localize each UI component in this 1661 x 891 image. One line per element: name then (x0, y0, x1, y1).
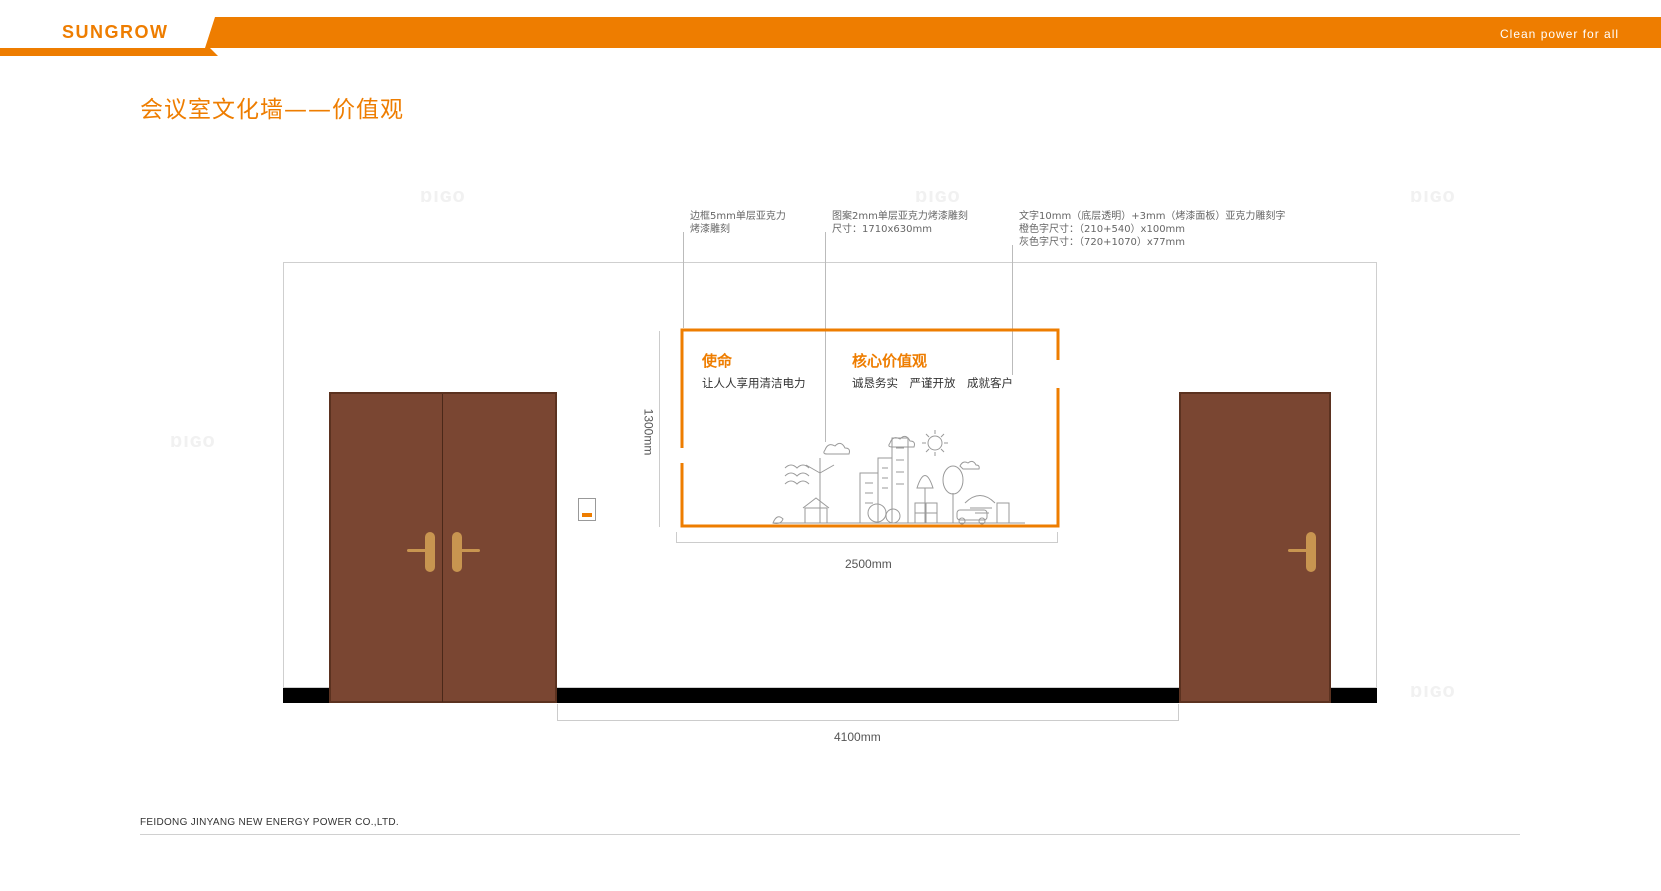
note-line: 烤漆雕刻 (690, 224, 730, 235)
panel-height-label: 1300mm (641, 408, 656, 456)
page-title: 会议室文化墙——价值观 (140, 97, 404, 123)
frame-spec-note: 边框5mm单层亚克力 烤漆雕刻 (690, 210, 786, 236)
dimension-tick (1178, 704, 1179, 721)
dimension-tick (676, 532, 677, 543)
text-spec-note: 文字10mm（底层透明）+3mm（烤漆面板）亚克力雕刻字 橙色字尺寸：（210+… (1019, 210, 1285, 249)
leader-line (683, 232, 684, 328)
culture-wall-panel: 使命 让人人享用清洁电力 核心价值观 诚恳务实 严谨开放 成就客户 (680, 328, 1060, 528)
note-line: 图案2mm单层亚克力烤漆雕刻 (832, 211, 968, 222)
tagline: Clean power for all (1500, 27, 1620, 41)
footer-company: FEIDONG JINYANG NEW ENERGY POWER CO.,LTD… (140, 817, 399, 828)
door-handle-icon (1306, 532, 1316, 572)
note-line: 文字10mm（底层透明）+3mm（烤漆面板）亚克力雕刻字 (1019, 211, 1286, 222)
watermark: ɒıɢo (1410, 680, 1456, 702)
city-skyline-illustration (772, 430, 1025, 525)
mission-text: 让人人享用清洁电力 (702, 376, 806, 390)
panel-width-label: 2500mm (845, 557, 892, 571)
dimension-line (676, 542, 1058, 543)
dimension-line (557, 720, 1179, 721)
light-switch-icon (578, 498, 596, 521)
dimension-line-vertical (659, 331, 660, 527)
door-handle-icon (425, 532, 435, 572)
door-handle-icon (452, 532, 462, 572)
double-door (329, 392, 557, 703)
footer-divider (140, 834, 1520, 835)
dimension-tick (1057, 532, 1058, 543)
watermark: ɒıɢo (915, 185, 961, 207)
watermark: ɒıɢo (420, 185, 466, 207)
door-split-line (442, 394, 443, 702)
watermark: ɒıɢo (1410, 185, 1456, 207)
pattern-spec-note: 图案2mm单层亚克力烤漆雕刻 尺寸：1710x630mm (832, 210, 968, 236)
note-line: 边框5mm单层亚克力 (690, 211, 786, 222)
switch-indicator (582, 513, 592, 517)
wall-width-label: 4100mm (834, 730, 881, 744)
header-bar (0, 17, 1661, 56)
note-line: 尺寸：1710x630mm (832, 224, 932, 235)
note-line: 橙色字尺寸：（210+540）x100mm (1019, 224, 1186, 235)
mission-title: 使命 (702, 352, 733, 370)
values-title: 核心价值观 (852, 352, 928, 370)
watermark: ɒıɢo (170, 430, 216, 452)
dimension-tick (557, 704, 558, 721)
brand-logo: SUNGROW (62, 22, 169, 42)
note-line: 灰色字尺寸：（720+1070）x77mm (1019, 237, 1186, 248)
values-text: 诚恳务实 严谨开放 成就客户 (852, 376, 1013, 390)
